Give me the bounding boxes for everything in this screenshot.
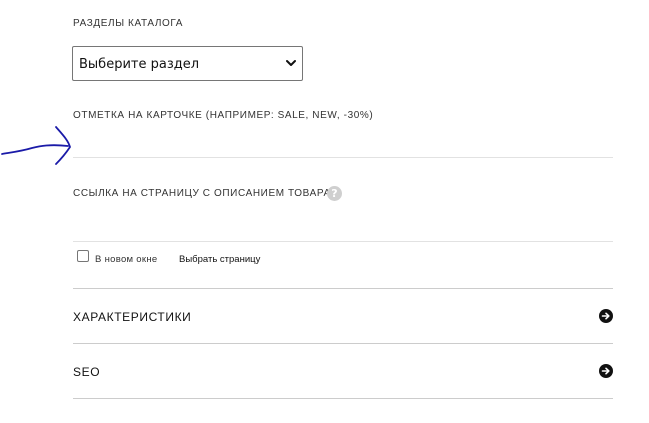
new-window-checkbox[interactable] [77,250,89,262]
accordion-characteristics[interactable]: ХАРАКТЕРИСТИКИ [73,289,613,343]
accordion-seo[interactable]: SEO [73,344,613,398]
arrow-right-circle-icon [599,364,613,378]
card-badge-input[interactable] [73,124,613,158]
annotation-arrow-icon [1,126,71,165]
chevron-down-icon [286,60,296,66]
question-icon[interactable]: ? [327,186,342,201]
divider [73,398,613,399]
catalog-sections-label: РАЗДЕЛЫ КАТАЛОГА [73,18,183,29]
choose-page-link[interactable]: Выбрать страницу [179,254,260,265]
arrow-right-circle-icon [599,309,613,323]
product-link-input[interactable] [73,206,613,242]
product-link-label: ССЫЛКА НА СТРАНИЦУ С ОПИСАНИЕМ ТОВАРА [73,188,331,199]
accordion-seo-title: SEO [73,365,101,379]
card-badge-label: ОТМЕТКА НА КАРТОЧКЕ (НАПРИМЕР: SALE, NEW… [73,110,374,121]
section-select[interactable]: Выберите раздел [72,46,303,81]
accordion-characteristics-title: ХАРАКТЕРИСТИКИ [73,310,192,324]
new-window-label: В новом окне [95,254,158,265]
section-select-value: Выберите раздел [79,57,200,72]
